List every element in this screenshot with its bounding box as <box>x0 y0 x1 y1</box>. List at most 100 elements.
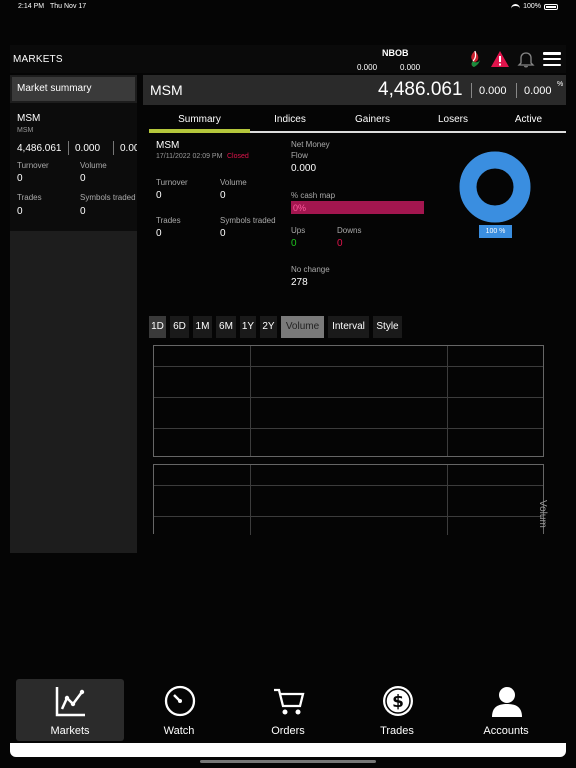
index-header: MSM 4,486.061 0.000 0.000 % <box>143 75 566 105</box>
nav-watch-label: Watch <box>163 725 195 737</box>
home-indicator[interactable] <box>200 760 376 763</box>
tab-losers[interactable]: Losers <box>415 114 491 125</box>
index-pct: 0.000 <box>524 85 552 97</box>
card-change: 0.000 <box>75 143 101 154</box>
cash-map-bar: 0% <box>291 201 424 214</box>
donut-arc <box>459 151 531 223</box>
range-1y-button[interactable]: 1Y <box>240 316 256 338</box>
card-trades-label: Trades <box>17 193 42 202</box>
card-separator <box>68 141 69 155</box>
grid-line <box>447 346 448 456</box>
tab-active[interactable]: Active <box>491 114 566 125</box>
net-money-value: 0.000 <box>291 163 317 174</box>
tab-indices[interactable]: Indices <box>250 114 330 125</box>
status-right: 100% <box>511 3 558 10</box>
index-price: 4,486.061 <box>378 79 463 100</box>
cash-map-value: 0% <box>293 203 307 213</box>
interval-button[interactable]: Interval <box>328 316 369 338</box>
index-change: 0.000 <box>479 85 507 97</box>
summary-tabs: Summary Indices Gainers Losers Active <box>149 111 566 133</box>
status-bar: 2:14 PM Thu Nov 17 100% <box>0 0 576 14</box>
card-name: MSM <box>17 113 41 124</box>
index-pct-symbol: % <box>557 81 564 88</box>
nav-orders[interactable]: Orders <box>234 679 342 741</box>
grid-line <box>250 465 251 535</box>
nav-watch[interactable]: Watch <box>125 679 233 741</box>
card-sub: MSM <box>17 127 34 134</box>
summary-volume: 0 <box>220 190 226 201</box>
card-symbols-label: Symbols traded <box>80 193 136 202</box>
menu-icon[interactable] <box>542 50 562 68</box>
downs-label: Downs <box>337 226 362 235</box>
market-summary-tab[interactable]: Market summary <box>12 77 135 101</box>
account-value-2: 0.000 <box>400 63 421 72</box>
market-breadth-donut <box>459 151 531 223</box>
price-chart[interactable] <box>153 345 544 457</box>
status-date: Thu Nov 17 <box>50 3 87 10</box>
index-symbol: MSM <box>150 82 183 98</box>
bottom-navigation: Markets Watch Orders $ Trades Accounts <box>10 673 566 743</box>
nav-accounts[interactable]: Accounts <box>452 679 560 741</box>
grid-line <box>250 346 251 456</box>
card-turnover-label: Turnover <box>17 161 49 170</box>
tab-summary[interactable]: Summary <box>149 114 250 125</box>
nav-accounts-label: Accounts <box>483 725 529 737</box>
cash-map-label: % cash map <box>291 191 336 200</box>
account-value-1: 0.000 <box>357 63 378 72</box>
wifi-icon <box>511 3 521 10</box>
warning-icon[interactable] <box>490 50 510 68</box>
grid-line <box>154 366 543 367</box>
summary-state: Closed <box>227 153 249 160</box>
nav-orders-label: Orders <box>271 725 305 737</box>
nav-trades[interactable]: $ Trades <box>343 679 451 741</box>
nav-markets[interactable]: Markets <box>16 679 124 741</box>
nav-trades-label: Trades <box>380 725 414 737</box>
grid-line <box>154 397 543 398</box>
grid-line <box>154 485 543 486</box>
header-separator <box>516 83 517 98</box>
donut-label: 100 % <box>479 225 512 238</box>
summary-trades-label: Trades <box>156 216 181 225</box>
ups-value: 0 <box>291 238 297 249</box>
tab-gainers[interactable]: Gainers <box>330 114 415 125</box>
volume-toggle-button[interactable]: Volume <box>281 316 324 338</box>
range-6d-button[interactable]: 6D <box>170 316 189 338</box>
card-symbols: 0 <box>80 206 86 217</box>
market-summary-card[interactable]: MSM MSM 4,486.061 0.000 0.00 Turnover 0 … <box>10 103 137 231</box>
top-header: MARKETS NBOB 0.000 0.000 <box>10 45 566 73</box>
user-icon <box>492 687 522 717</box>
account-name[interactable]: NBOB <box>382 48 409 58</box>
grid-line <box>447 465 448 535</box>
style-button[interactable]: Style <box>373 316 402 338</box>
volume-axis-label: Volum <box>537 500 548 528</box>
card-price: 4,486.061 <box>17 143 62 154</box>
range-6m-button[interactable]: 6M <box>216 316 236 338</box>
battery-icon <box>544 3 558 10</box>
oman-logo-icon[interactable] <box>465 50 485 68</box>
cart-icon <box>274 688 305 715</box>
net-money-label-2: Flow <box>291 151 308 160</box>
range-1d-button[interactable]: 1D <box>149 316 166 338</box>
bell-icon[interactable] <box>516 50 536 68</box>
downs-value: 0 <box>337 238 343 249</box>
volume-chart[interactable] <box>153 464 544 535</box>
net-money-label: Net Money <box>291 140 330 149</box>
status-time: 2:14 PM <box>18 3 45 10</box>
battery-percent: 100% <box>523 3 541 10</box>
summary-turnover-label: Turnover <box>156 178 188 187</box>
summary-trades: 0 <box>156 228 162 239</box>
app-frame: MARKETS NBOB 0.000 0.000 Market summary … <box>10 45 566 757</box>
card-separator <box>113 141 114 155</box>
summary-symbols-label: Symbols traded <box>220 216 276 225</box>
tab-active-indicator <box>149 129 250 133</box>
clock-gauge-icon <box>164 685 196 717</box>
svg-text:$: $ <box>392 692 404 712</box>
grid-line <box>154 516 543 517</box>
range-2y-button[interactable]: 2Y <box>260 316 277 338</box>
card-pct: 0.00 <box>120 143 137 154</box>
range-1m-button[interactable]: 1M <box>193 316 212 338</box>
summary-datetime: 17/11/2022 02:09 PM <box>156 153 223 160</box>
dollar-coin-icon: $ <box>383 686 413 716</box>
summary-name: MSM <box>156 140 180 151</box>
page-title: MARKETS <box>13 54 63 65</box>
